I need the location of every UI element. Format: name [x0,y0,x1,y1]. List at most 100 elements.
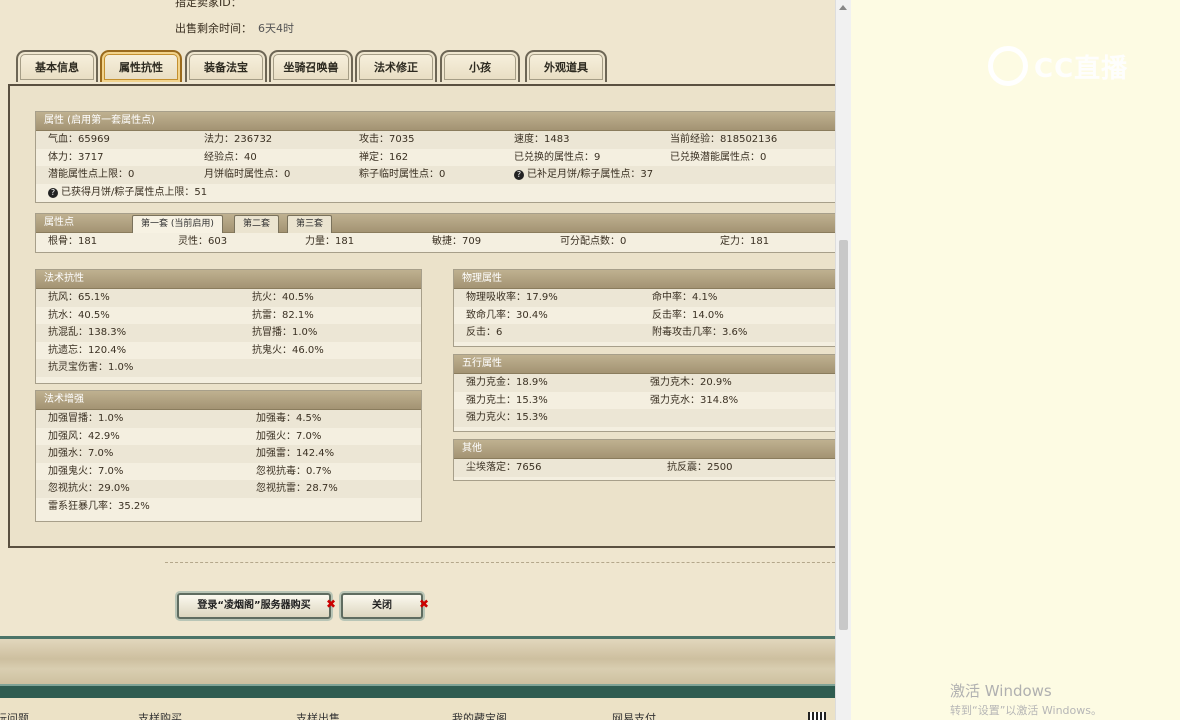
windows-activate-subtitle: 转到“设置”以激活 Windows。 [950,704,1102,717]
boost-value: 雷系狂暴几率：35.2% [48,500,150,512]
boost-row: 忽视抗火：29.0% 忽视抗雷：28.7% [36,480,421,498]
attributes-title: 属性 (启用第一套属性点) [36,112,835,131]
boost-value: 加强冒播：1.0% [48,413,124,424]
buy-login-button[interactable]: 登录“凌烟阁”服务器购买 [177,593,331,619]
attr-row: 潜能属性点上限：0 月饼临时属性点：0 粽子临时属性点：0 ? 已补足月饼/粽子属… [36,166,835,184]
physical-value: 致命几率：30.4% [466,309,548,321]
seller-id-label: 指定卖家ID： [175,0,242,9]
physical-row: 致命几率：30.4% 反击率：14.0% [454,307,835,325]
point-focus: 定力：181 [720,236,770,247]
resist-value: 抗火：40.5% [252,292,314,303]
resist-value: 抗冒播：1.0% [252,327,318,338]
element-value: 强力克金：18.9% [466,377,548,388]
others-section: 其他 尘埃落定：7656 抗反震：2500 [453,439,835,481]
divider [165,562,835,563]
attr-hp: 气血：65969 [48,134,110,145]
close-mark-icon: ✖ [326,597,337,611]
element-row: 强力克土：15.3% 强力克水：314.8% [454,392,835,410]
boost-value: 忽视抗毒：0.7% [256,465,332,477]
resist-value: 抗水：40.5% [48,309,110,321]
element-row: 强力克火：15.3% [454,409,835,427]
attr-potential-cap: 潜能属性点上限：0 [48,169,135,180]
resist-value: 抗混乱：138.3% [48,327,127,338]
physical-title: 物理属性 [454,270,835,289]
boost-row: 雷系狂暴几率：35.2% [36,498,421,516]
blank-pane [851,0,1180,720]
footer-link-buy[interactable]: 支样购买 [138,710,182,720]
element-value: 强力克火：15.3% [466,412,548,423]
boost-value: 加强风：42.9% [48,430,120,442]
magic-boost-section: 法术增强 加强冒播：1.0% 加强毒：4.5% 加强风：42.9% 加强火：7.0%… [35,390,422,522]
attr-stamina: 体力：3717 [48,151,104,163]
footer-link-faq[interactable]: 玩问题 [0,710,29,720]
point-constitution: 根骨：181 [48,236,98,247]
resist-row: 抗混乱：138.3% 抗冒播：1.0% [36,324,421,342]
boost-row: 加强水：7.0% 加强雷：142.4% [36,445,421,463]
tab-children[interactable]: 小孩 [440,50,520,82]
attr-points-header: 属性点 第一套 (当前启用) 第二套 第三套 [36,214,835,233]
help-icon[interactable]: ? [514,170,524,180]
attr-exp: 当前经验：818502136 [670,134,778,145]
vertical-scrollbar[interactable] [835,0,851,720]
attr-exchanged-potential: 已兑换潜能属性点：0 [670,151,767,163]
scroll-thumb[interactable] [839,240,848,630]
attributes-panel: 属性 (启用第一套属性点) 气血：65969 法力：236732 攻击：7035… [8,84,835,548]
attr-points-cap-text: 已获得月饼/粽子属性点上限：51 [61,186,208,198]
boost-value: 加强火：7.0% [256,430,322,442]
resist-row: 抗水：40.5% 抗雷：82.1% [36,307,421,325]
physical-value: 反击率：14.0% [652,309,724,321]
magic-boost-title: 法术增强 [36,391,421,410]
attr-row: ? 已获得月饼/粽子属性点上限：51 [36,184,835,202]
physical-value: 命中率：4.1% [652,292,718,303]
others-row: 尘埃落定：7656 抗反震：2500 [454,459,835,477]
boost-row: 加强冒播：1.0% 加强毒：4.5% [36,410,421,428]
boost-row: 加强风：42.9% 加强火：7.0% [36,428,421,446]
help-icon[interactable]: ? [48,187,58,198]
tab-mounts-pets[interactable]: 坐骑召唤兽 [269,50,353,82]
physical-row: 物理吸收率：17.9% 命中率：4.1% [454,289,835,307]
element-value: 强力克木：20.9% [650,377,732,388]
attr-points-section: 属性点 第一套 (当前启用) 第二套 第三套 根骨：181 灵性：603 力量：… [35,213,835,253]
footer-link-pay[interactable]: 网易支付 [612,710,656,720]
attr-filled-points-text: 已补足月饼/粽子属性点：37 [527,169,654,180]
attributes-section: 属性 (启用第一套属性点) 气血：65969 法力：236732 攻击：7035… [35,111,835,203]
resist-row: 抗风：65.1% 抗火：40.5% [36,289,421,307]
five-elements-title: 五行属性 [454,355,835,374]
cc-logo-text: CC直播 [1034,53,1129,84]
tab-equipment[interactable]: 装备法宝 [185,50,267,82]
time-left-value: 6天4时 [258,22,294,35]
subtab-set-1[interactable]: 第一套 (当前启用) [132,215,223,233]
magic-resist-title: 法术抗性 [36,270,421,289]
boost-value: 加强毒：4.5% [256,413,322,424]
attr-attack: 攻击：7035 [359,134,415,145]
resist-row: 抗遗忘：120.4% 抗鬼火：46.0% [36,342,421,360]
resist-value: 抗风：65.1% [48,292,110,303]
attr-points-cap: ? 已获得月饼/粽子属性点上限：51 [48,184,207,202]
tab-skill-mods[interactable]: 法术修正 [355,50,437,82]
footer-nav [0,698,835,720]
magic-resist-section: 法术抗性 抗风：65.1% 抗火：40.5% 抗水：40.5% 抗雷：82.1% 抗… [35,269,422,384]
attr-exp-points: 经验点：40 [204,151,257,163]
element-value: 强力克土：15.3% [466,394,548,406]
subtab-set-3[interactable]: 第三套 [287,215,333,233]
footer-link-my-treasure[interactable]: 我的藏宝阁 [452,710,507,720]
tab-basic-info[interactable]: 基本信息 [16,50,98,82]
close-button[interactable]: 关闭 [341,593,423,619]
boost-value: 忽视抗雷：28.7% [256,483,338,494]
attr-row: 体力：3717 经验点：40 禅定：162 已兑换的属性点：9 已兑换潜能属性点… [36,149,835,167]
tab-appearance[interactable]: 外观道具 [525,50,607,82]
attr-points-row: 根骨：181 灵性：603 力量：181 敏捷：709 可分配点数：0 定力：1… [36,233,835,251]
resist-value: 抗遗忘：120.4% [48,344,127,356]
tab-attributes[interactable]: 属性抗性 [100,50,182,82]
resist-value: 抗灵宝伤害：1.0% [48,362,134,373]
resist-row: 抗灵宝伤害：1.0% [36,359,421,377]
scroll-up-icon[interactable] [839,5,847,10]
point-strength: 力量：181 [305,236,355,247]
physical-row: 反击：6 附毒攻击几率：3.6% [454,324,835,342]
boost-value: 加强水：7.0% [48,448,114,459]
time-left-row: 出售剩余时间： 6天4时 [175,20,294,36]
subtab-set-2[interactable]: 第二套 [234,215,280,233]
point-agility: 敏捷：709 [432,236,482,247]
footer-link-sell[interactable]: 支样出售 [296,710,340,720]
resist-value: 抗雷：82.1% [252,309,314,321]
